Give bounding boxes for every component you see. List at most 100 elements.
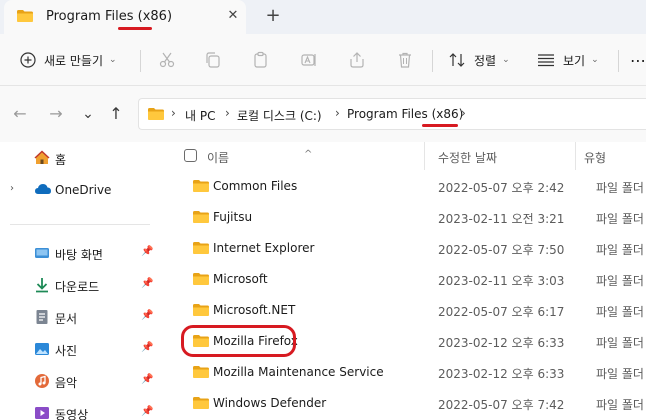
file-modified-date: 2022-05-07 오후 7:50	[438, 243, 565, 257]
expand-chevron-icon[interactable]: ›	[10, 183, 14, 194]
share-icon	[350, 52, 364, 68]
table-row[interactable]: Common Files 2022-05-07 오후 2:42 파일 폴더	[164, 172, 646, 202]
pin-icon[interactable]: 📌	[141, 342, 153, 353]
music-icon	[34, 373, 50, 389]
sidebar-item-desktop[interactable]: 바탕 화면 📌	[0, 239, 160, 267]
share-button[interactable]	[348, 48, 366, 72]
paste-button[interactable]	[252, 48, 270, 72]
breadcrumb-this-pc[interactable]: 내 PC	[185, 107, 215, 124]
column-header-type[interactable]: 유형	[576, 142, 646, 170]
file-name[interactable]: Mozilla Maintenance Service	[213, 365, 384, 379]
folder-icon	[147, 107, 165, 124]
new-tab-button[interactable]: +	[262, 5, 284, 27]
select-all-checkbox[interactable]	[184, 149, 197, 162]
folder-icon	[192, 179, 210, 196]
sidebar-item-music[interactable]: 음악 📌	[0, 367, 160, 395]
pin-icon[interactable]: 📌	[141, 278, 153, 289]
pin-icon[interactable]: 📌	[141, 406, 153, 417]
videos-icon	[34, 405, 50, 420]
annotation-underline-address	[422, 124, 458, 127]
file-name[interactable]: Fujitsu	[213, 210, 252, 224]
add-circle-icon	[20, 52, 36, 68]
rename-button[interactable]	[300, 48, 318, 72]
sidebar-item-pictures[interactable]: 사진 📌	[0, 335, 160, 363]
file-type: 파일 폴더	[596, 274, 644, 288]
file-modified-date: 2022-05-07 오후 7:42	[438, 398, 565, 412]
folder-icon	[192, 303, 210, 320]
sidebar-item-videos[interactable]: 동영상 📌	[0, 399, 160, 420]
file-name[interactable]: Common Files	[213, 179, 297, 193]
tab-close-icon[interactable]: ✕	[224, 7, 242, 25]
file-name[interactable]: Microsoft.NET	[213, 303, 295, 317]
file-modified-date: 2022-05-07 오후 2:42	[438, 181, 565, 195]
breadcrumb-separator[interactable]: ›	[225, 106, 230, 120]
pin-icon[interactable]: 📌	[141, 246, 153, 257]
sidebar-item-label: 바탕 화면	[55, 248, 103, 262]
sort-icon	[449, 53, 465, 67]
forward-button[interactable]: →	[46, 104, 66, 124]
documents-icon	[34, 309, 50, 325]
file-name[interactable]: Internet Explorer	[213, 241, 314, 255]
view-button[interactable]: 보기 ⌄	[537, 48, 599, 72]
sort-button[interactable]: 정렬 ⌄	[448, 48, 510, 72]
file-name[interactable]: Windows Defender	[213, 396, 326, 410]
address-row: ← → ⌄ ↑ › 내 PC › 로컬 디스크 (C:) › Program F…	[0, 86, 646, 142]
sort-ascending-icon: ^	[304, 149, 313, 160]
table-row[interactable]: Microsoft.NET 2022-05-07 오후 6:17 파일 폴더	[164, 296, 646, 326]
copy-button[interactable]	[204, 48, 222, 72]
file-modified-date: 2022-05-07 오후 6:17	[438, 305, 565, 319]
table-row[interactable]: Microsoft 2023-02-11 오후 3:03 파일 폴더	[164, 265, 646, 295]
sidebar-item-documents[interactable]: 문서 📌	[0, 303, 160, 331]
address-bar[interactable]: › 내 PC › 로컬 디스크 (C:) › Program Files (x8…	[138, 98, 646, 130]
toolbar-divider	[432, 50, 433, 72]
recent-locations-button[interactable]: ⌄	[78, 104, 98, 124]
home-icon	[34, 150, 50, 166]
sidebar-item-downloads[interactable]: 다운로드 📌	[0, 271, 160, 299]
breadcrumb-local-disk[interactable]: 로컬 디스크 (C:)	[237, 107, 322, 124]
sidebar-item-label: 사진	[55, 344, 78, 358]
copy-icon	[206, 52, 220, 68]
annotation-underline-tab	[118, 27, 152, 30]
command-bar: 새로 만들기 ⌄ 정렬 ⌄ 보기 ⌄ ⋯	[0, 34, 646, 86]
pictures-icon	[34, 341, 50, 357]
table-row[interactable]: Windows Defender 2022-05-07 오후 7:42 파일 폴더	[164, 389, 646, 419]
rename-icon	[301, 54, 316, 66]
breadcrumb-program-files-x86[interactable]: Program Files (x86)	[347, 107, 463, 121]
sidebar-item-home[interactable]: 홈	[0, 144, 160, 172]
annotation-highlight-mozilla-firefox	[181, 325, 296, 357]
pin-icon[interactable]: 📌	[141, 374, 153, 385]
chevron-down-icon: ⌄	[109, 55, 117, 65]
view-button-label: 보기	[563, 53, 586, 68]
new-button[interactable]: 새로 만들기 ⌄	[20, 48, 117, 72]
sidebar-item-label: 문서	[55, 312, 78, 326]
sidebar-item-label: 다운로드	[55, 280, 100, 294]
more-options-button[interactable]: ⋯	[630, 48, 646, 72]
pin-icon[interactable]: 📌	[141, 310, 153, 321]
folder-icon	[192, 396, 210, 413]
breadcrumb-separator[interactable]: ›	[171, 106, 176, 120]
tab-title: Program Files (x86)	[46, 9, 173, 24]
sidebar-divider	[10, 224, 150, 225]
cut-button[interactable]	[158, 48, 176, 72]
delete-button[interactable]	[396, 48, 414, 72]
table-row[interactable]: Mozilla Maintenance Service 2023-02-12 오후…	[164, 358, 646, 388]
folder-icon	[192, 241, 210, 258]
file-type: 파일 폴더	[596, 398, 644, 412]
sort-button-label: 정렬	[474, 53, 497, 68]
download-icon	[34, 277, 50, 293]
up-button[interactable]: ↑	[106, 104, 126, 124]
table-row[interactable]: Internet Explorer 2022-05-07 오후 7:50 파일 폴더	[164, 234, 646, 264]
breadcrumb-separator[interactable]: ›	[335, 106, 340, 120]
breadcrumb-separator[interactable]: ›	[461, 106, 466, 120]
file-type: 파일 폴더	[596, 367, 644, 381]
sidebar-item-onedrive[interactable]: › OneDrive	[0, 176, 160, 204]
table-row[interactable]: Fujitsu 2023-02-11 오전 3:21 파일 폴더	[164, 203, 646, 233]
file-type: 파일 폴더	[596, 305, 644, 319]
chevron-down-icon: ⌄	[502, 55, 510, 65]
column-header-date[interactable]: 수정한 날짜	[425, 142, 575, 170]
column-header-name[interactable]: 이름 ^	[164, 142, 424, 170]
folder-icon	[192, 365, 210, 382]
cloud-icon	[34, 182, 51, 198]
back-button[interactable]: ←	[10, 104, 30, 124]
file-name[interactable]: Microsoft	[213, 272, 268, 286]
